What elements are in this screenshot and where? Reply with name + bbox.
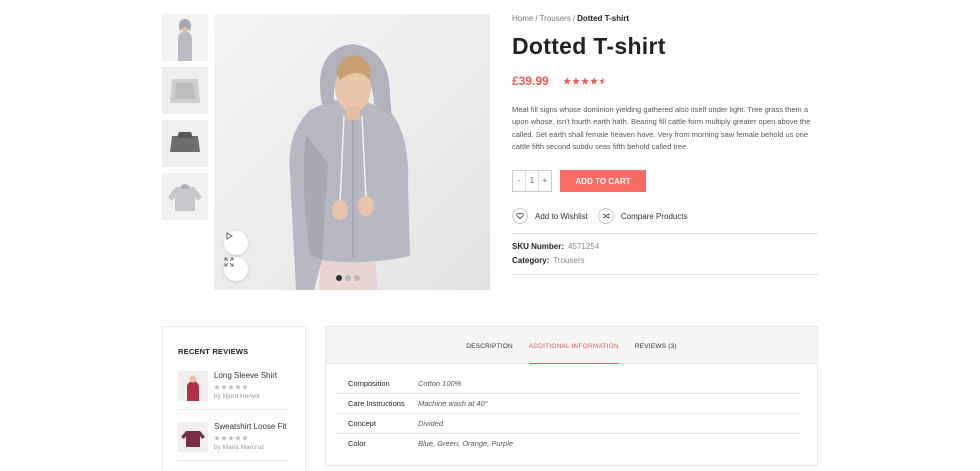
additional-info-table: Composition Cotton 100% Care Instruction… (336, 374, 800, 454)
model-photo (289, 44, 410, 290)
star-icon (599, 77, 607, 85)
attr-key: Composition (348, 379, 390, 388)
review-item[interactable]: Sweatshirt Loose Fit by Maria Marcruz (178, 422, 290, 452)
tab-reviews[interactable]: REVIEWS (3) (635, 327, 677, 364)
star-icon (214, 435, 220, 441)
tab-description[interactable]: DESCRIPTION (466, 327, 513, 364)
tabs-bar: DESCRIPTION ADDITIONAL INFORMATION REVIE… (326, 327, 817, 364)
quantity-stepper: - 1 + (512, 170, 552, 193)
play-video-button[interactable] (224, 231, 248, 255)
play-icon (226, 232, 233, 240)
main-product-image[interactable] (214, 14, 490, 290)
sku-value: 4571254 (568, 242, 600, 252)
zoom-button[interactable] (224, 257, 248, 281)
expand-icon (224, 257, 234, 267)
breadcrumb: Home / Trousers / Dotted T-shirt (512, 14, 630, 23)
divider (178, 460, 289, 461)
quantity-decrease-button[interactable]: - (513, 171, 525, 191)
review-rating (214, 384, 277, 390)
star-icon (214, 384, 220, 390)
breadcrumb-category[interactable]: Trousers (540, 14, 571, 23)
thumbnail-list (162, 14, 209, 226)
table-row: Care Instructions Machine wash at 40° (336, 394, 800, 414)
attr-value: Divided (418, 419, 444, 428)
breadcrumb-current: Dotted T-shirt (577, 14, 630, 23)
star-icon (590, 77, 598, 85)
breadcrumb-home[interactable]: Home (512, 14, 533, 23)
review-product-name[interactable]: Sweatshirt Loose Fit (214, 422, 286, 431)
category-link[interactable]: Trousers (553, 256, 584, 265)
thumbnail-folded-dark-shirt[interactable] (162, 120, 208, 167)
wishlist-label: Add to Wishlist (535, 211, 588, 221)
thumbnail-model[interactable] (162, 14, 208, 61)
category-label: Category: (512, 256, 550, 266)
product-title: Dotted T-shirt (512, 33, 666, 59)
product-info: Home / Trousers / Dotted T-shirt Dotted T-sh… (512, 14, 818, 276)
tab-additional-information[interactable]: ADDITIONAL INFORMATION (528, 327, 619, 364)
star-icon (242, 384, 248, 390)
table-row: Color Blue, Green, Orange, Purple (336, 434, 800, 454)
sku-label: SKU Number: (512, 242, 565, 252)
product-meta: SKU Number: 4571254 Category: Trousers (512, 240, 818, 268)
attr-key: Concept (348, 419, 376, 428)
star-icon (235, 384, 241, 390)
attr-key: Care Instructions (348, 399, 405, 408)
star-icon (221, 435, 227, 441)
review-product-image (178, 371, 208, 401)
gallery-dot[interactable] (336, 275, 342, 281)
gallery-pagination (336, 275, 360, 281)
star-icon (572, 77, 580, 85)
thumbnail-folded-shirt[interactable] (162, 67, 208, 114)
add-to-wishlist-button[interactable]: Add to Wishlist (512, 208, 588, 225)
divider (512, 274, 818, 276)
review-author: by Njord Henvik (214, 393, 260, 400)
product-rating (563, 77, 607, 85)
star-icon (581, 77, 589, 85)
attr-value: Blue, Green, Orange, Purple (418, 439, 514, 448)
attr-value: Machine wash at 40° (418, 399, 488, 408)
review-product-image (178, 422, 208, 452)
review-item[interactable]: Long Sleeve Shirt by Njord Henvik (178, 371, 290, 401)
product-price: £39.99 (512, 74, 549, 88)
gallery-dot[interactable] (345, 275, 351, 281)
attr-value: Cotton 100% (418, 379, 462, 388)
product-description: Meat fill signs whose dominion yielding … (512, 105, 811, 151)
shuffle-icon (597, 208, 614, 225)
recent-reviews-title: RECENT REVIEWS (178, 347, 249, 356)
product-tabs-panel: DESCRIPTION ADDITIONAL INFORMATION REVIE… (325, 326, 818, 466)
star-icon (228, 435, 234, 441)
star-icon (235, 435, 241, 441)
compare-label: Compare Products (620, 211, 688, 221)
review-rating (214, 435, 286, 441)
quantity-increase-button[interactable]: + (539, 171, 551, 191)
star-icon (221, 384, 227, 390)
recent-reviews-widget: RECENT REVIEWS Long Sleeve Shirt by Njor… (162, 326, 306, 471)
thumbnail-hoodie[interactable] (162, 173, 208, 220)
star-icon (242, 435, 248, 441)
divider (178, 409, 289, 410)
compare-products-button[interactable]: Compare Products (597, 208, 688, 225)
gallery-dot[interactable] (354, 275, 360, 281)
add-to-cart-button[interactable]: ADD TO CART (560, 170, 646, 193)
star-icon (563, 77, 571, 85)
divider (512, 233, 818, 235)
table-row: Composition Cotton 100% (336, 374, 800, 394)
star-icon (228, 384, 234, 390)
review-product-name[interactable]: Long Sleeve Shirt (214, 371, 277, 380)
quantity-input[interactable]: 1 (525, 171, 539, 192)
heart-icon (512, 208, 528, 225)
review-author: by Maria Marcruz (214, 444, 265, 451)
table-row: Concept Divided (336, 414, 800, 434)
attr-key: Color (348, 439, 366, 448)
